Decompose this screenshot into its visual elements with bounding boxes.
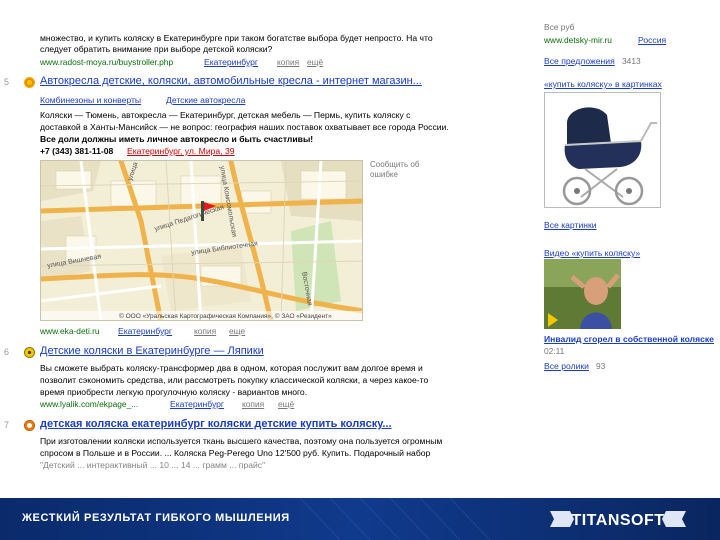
map-preview[interactable]: улица Гагарина улица Педагогическая улиц… (40, 160, 363, 321)
snippet-line1: Вы сможете выбрать коляску-трансформер д… (40, 363, 423, 373)
video-frame-icon (544, 259, 621, 329)
result-copy-link[interactable]: копия (242, 399, 264, 410)
result-more-link[interactable]: ещё (278, 399, 294, 410)
all-images-link[interactable]: Все картинки (544, 220, 597, 231)
map-copyright: © ООО «Уральская Картографическая Компан… (119, 313, 332, 320)
result-url[interactable]: www.lyalik.com/ekpage_... (40, 399, 138, 410)
images-query-link[interactable]: «купить коляску» в картинках (544, 79, 662, 90)
clock-favicon-icon (24, 420, 35, 431)
top-snippet-line1: множество, и купить коляску в Екатеринбу… (40, 33, 433, 43)
all-videos-link[interactable]: Все ролики (544, 361, 589, 372)
top-snippet-line2: следует обратить внимание при выборе дет… (40, 44, 273, 54)
right-top-cut: Все руб (544, 22, 575, 32)
favicon-icon (24, 77, 35, 88)
sitelink-car-seats[interactable]: Детские автокресла (166, 95, 245, 106)
result-number: 5 (4, 77, 10, 87)
footer-banner: ЖЕСТКИЙ РЕЗУЛЬТАТ ГИБКОГО МЫШЛЕНИЯ TITAN… (0, 498, 720, 540)
result-number: 6 (4, 347, 10, 357)
map-graphic (41, 161, 362, 320)
snippet-line2: позволит сэкономить средства, или рассмо… (40, 375, 429, 385)
banner-slogan: ЖЕСТКИЙ РЕЗУЛЬТАТ ГИБКОГО МЫШЛЕНИЯ (22, 512, 290, 524)
all-offers-link[interactable]: Все предложения (544, 56, 615, 67)
result-url[interactable]: www.eka-deti.ru (40, 326, 100, 337)
shop-country[interactable]: Россия (638, 35, 666, 46)
result-copy-link[interactable]: копия (194, 326, 216, 337)
video-query-link[interactable]: Видео «купить коляску» (544, 248, 640, 259)
contact-address-link[interactable]: Екатеринбург, ул. Мира, 39 (127, 146, 235, 157)
snippet-line3: Все доли должны иметь личное автокресло … (40, 134, 314, 144)
top-result-copy[interactable]: копия (277, 57, 299, 68)
snippet-line2: спросом в Польше и в России. ... Коляска… (40, 448, 431, 458)
result-title-link[interactable]: Детские коляски в Екатеринбурге — Ляпики (40, 346, 264, 357)
stroller-image[interactable] (544, 92, 661, 208)
snippet-line1: Коляски — Тюмень, автокресла — Екатеринб… (40, 110, 411, 120)
stroller-photo-icon (545, 93, 660, 207)
result-title-link[interactable]: Автокресла детские, коляски, автомобильн… (40, 76, 422, 87)
snippet-line2: доставкой в Ханты-Мансийск — не вопрос: … (40, 122, 449, 132)
video-duration: 02:11 (544, 346, 565, 356)
result-region[interactable]: Екатеринбург (118, 326, 172, 337)
video-title-link[interactable]: Инвалид сгорел в собственной коляске (544, 334, 714, 345)
top-result-more[interactable]: ещё (307, 57, 323, 68)
report-error-link[interactable]: Сообщить об ошибке (370, 160, 420, 180)
contact-phone: +7 (343) 381-11-08 (40, 146, 114, 156)
result-number: 7 (4, 420, 10, 430)
videos-count: 93 (596, 361, 606, 371)
snippet-line3: время приобрести легкую прогулочную коля… (40, 387, 308, 397)
video-thumbnail[interactable] (544, 259, 621, 329)
smiley-favicon-icon (24, 347, 35, 358)
result-region[interactable]: Екатеринбург (170, 399, 224, 410)
svg-text:TITANSOFT: TITANSOFT (571, 512, 664, 529)
top-result-region[interactable]: Екатеринбург (204, 57, 258, 68)
shop-url[interactable]: www.detsky-mir.ru (544, 35, 612, 46)
top-result-url[interactable]: www.radost-moya.ru/buystroller.php (40, 57, 173, 68)
result-more-link[interactable]: еще (229, 326, 245, 337)
result-title-link[interactable]: детская коляска екатеринбург коляски дет… (40, 419, 392, 430)
sitelink-overalls[interactable]: Комбинезоны и конверты (40, 95, 141, 106)
snippet-line1: При изготовлении коляски используется тк… (40, 436, 443, 446)
titansoft-logo-icon: TITANSOFT (550, 511, 686, 529)
offers-count: 3413 (622, 56, 641, 66)
search-results-page: множество, и купить коляску в Екатеринбу… (0, 0, 720, 498)
snippet-line3: "Детский ... интерактивный ... 10 ... 14… (40, 460, 266, 470)
